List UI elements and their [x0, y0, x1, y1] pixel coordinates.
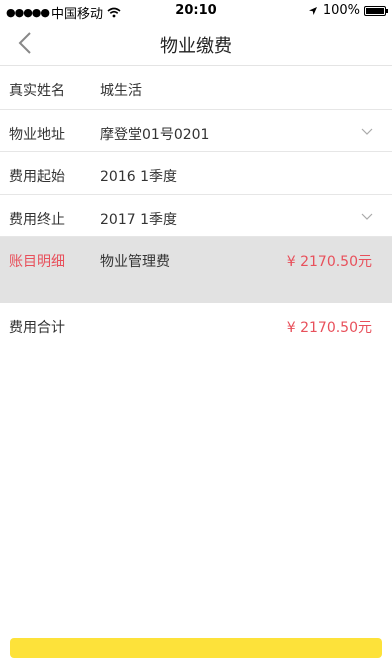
real-name-value: 城生活 [100, 83, 142, 99]
real-name-label: 真实姓名 [9, 83, 65, 99]
row-fee-total: 费用合计 ¥ 2170.50元 [0, 303, 392, 347]
account-detail-item: 物业管理费 [100, 254, 170, 270]
status-bar: ●●●●● 中国移动 20:10 100% [0, 0, 392, 22]
page-title: 物业缴费 [160, 36, 232, 57]
fee-start-label: 费用起始 [9, 169, 65, 185]
property-address-label: 物业地址 [9, 127, 65, 143]
account-detail-amount: ¥ 2170.50元 [286, 254, 372, 270]
property-address-value: 摩登堂01号0201 [100, 127, 210, 143]
submit-button[interactable] [10, 638, 382, 658]
location-arrow-icon [308, 6, 317, 15]
fee-start-value: 2016 1季度 [100, 169, 177, 185]
fee-end-value: 2017 1季度 [100, 212, 177, 228]
fee-end-label: 费用终止 [9, 212, 65, 228]
fee-total-amount: ¥ 2170.50元 [286, 320, 372, 336]
account-detail-label: 账目明细 [9, 254, 65, 270]
row-account-detail: 账目明细 物业管理费 ¥ 2170.50元 [0, 237, 392, 303]
fee-total-label: 费用合计 [9, 320, 65, 336]
battery-percent: 100% [322, 3, 360, 18]
chevron-down-icon[interactable] [360, 124, 374, 138]
row-fee-start[interactable]: 费用起始 2016 1季度 [0, 152, 392, 195]
row-fee-end[interactable]: 费用终止 2017 1季度 [0, 195, 392, 237]
status-right: 100% [308, 3, 388, 18]
row-property-address[interactable]: 物业地址 摩登堂01号0201 [0, 110, 392, 152]
battery-icon [364, 5, 388, 16]
row-real-name: 真实姓名 城生活 [0, 66, 392, 110]
chevron-down-icon[interactable] [360, 209, 374, 223]
navigation-bar: 物业缴费 [0, 22, 392, 66]
